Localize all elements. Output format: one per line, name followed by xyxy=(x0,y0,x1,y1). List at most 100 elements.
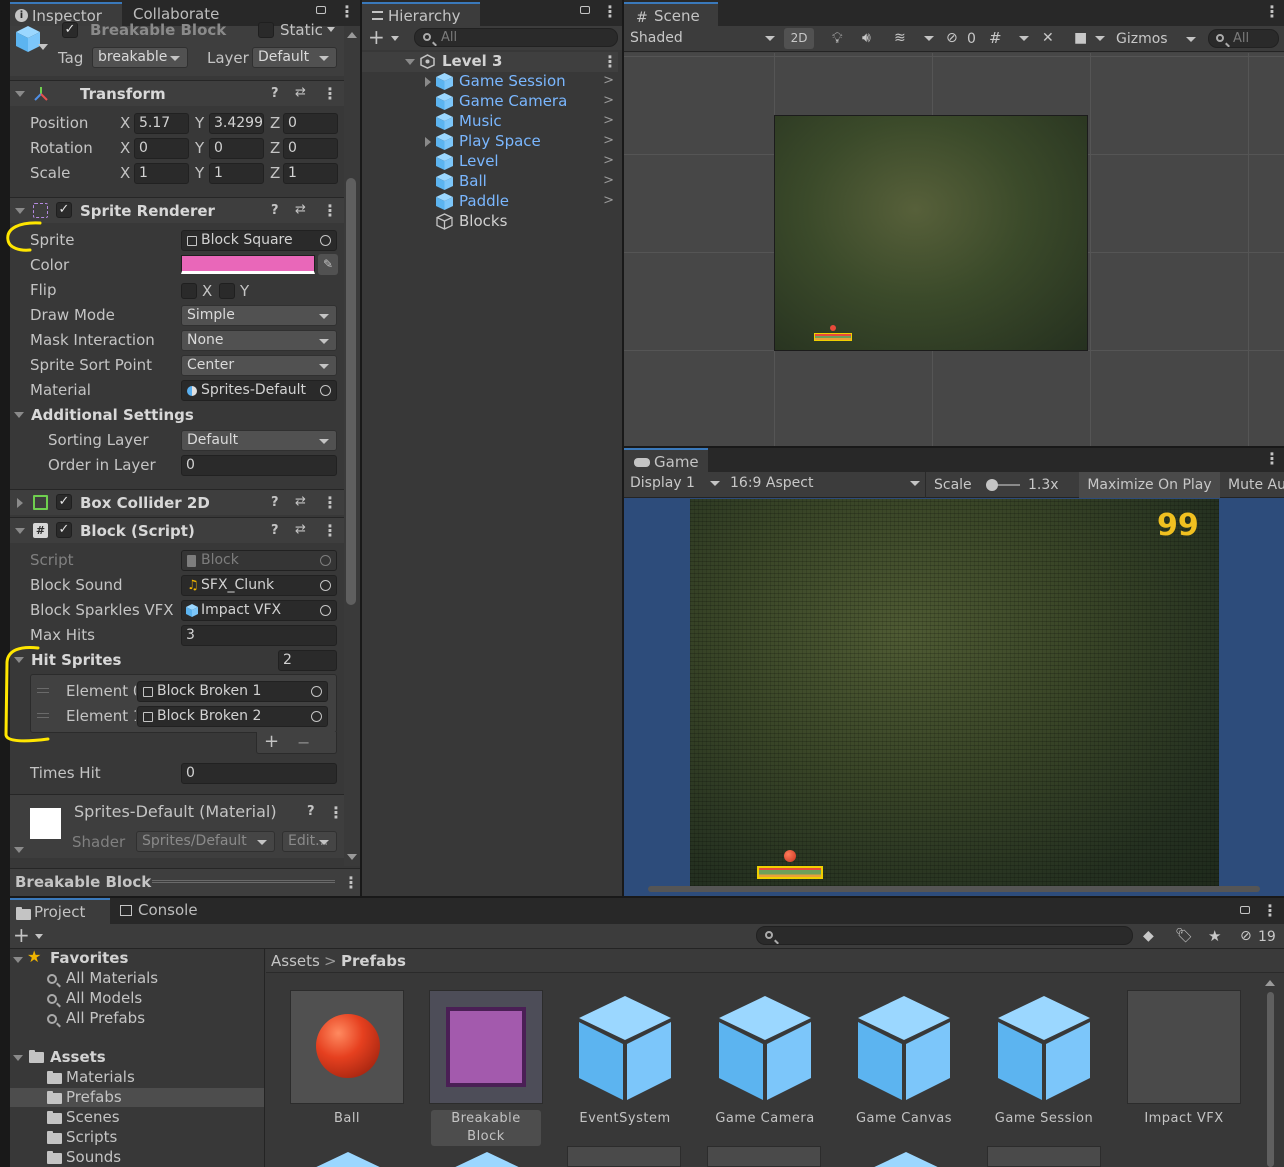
drag-handle-icon[interactable] xyxy=(37,713,49,718)
transform-expand-icon[interactable] xyxy=(15,91,25,97)
sorting-layer-dropdown[interactable]: Default xyxy=(181,430,337,451)
project-menu-icon[interactable]: ⋮ xyxy=(1262,903,1278,919)
rotation-y-label[interactable]: Y xyxy=(195,138,204,158)
sprite-renderer-expand-icon[interactable] xyxy=(15,208,25,214)
scene-paddle[interactable] xyxy=(814,333,852,341)
chevron-right-icon[interactable]: > xyxy=(603,153,614,168)
help-icon[interactable]: ? xyxy=(271,523,279,538)
favorites-label[interactable]: Favorites xyxy=(50,948,128,968)
static-dropdown-icon[interactable] xyxy=(327,27,335,32)
inspector-menu-icon[interactable]: ⋮ xyxy=(339,4,355,20)
scroll-up-icon[interactable] xyxy=(347,32,357,38)
scale-z-label[interactable]: Z xyxy=(270,163,280,183)
tools-icon[interactable]: ✕ xyxy=(1042,27,1054,49)
effects-toggle-icon[interactable]: ≋ xyxy=(894,27,906,49)
flip-x-checkbox[interactable] xyxy=(181,283,197,299)
transform-header[interactable]: Transform ? ⇄ ⋮ xyxy=(10,80,356,106)
sprite-field[interactable]: Block Square xyxy=(181,230,337,251)
assets-expand-icon[interactable] xyxy=(13,1055,23,1061)
material-expand-icon[interactable] xyxy=(14,847,24,853)
scale-slider-thumb[interactable] xyxy=(986,479,998,491)
drag-handle-icon[interactable] xyxy=(37,688,49,693)
block-sound-field[interactable]: ♫ SFX_Clunk xyxy=(181,575,337,596)
preset-icon[interactable]: ⇄ xyxy=(295,202,306,217)
remove-element-button[interactable]: − xyxy=(297,733,310,752)
additional-settings-expand-icon[interactable] xyxy=(14,412,24,418)
help-icon[interactable]: ? xyxy=(307,804,315,819)
folder-sounds[interactable]: Sounds xyxy=(66,1147,121,1167)
folder-prefabs[interactable]: Prefabs xyxy=(66,1087,122,1107)
tag-dropdown[interactable]: breakable xyxy=(92,47,188,68)
lock-icon[interactable] xyxy=(580,6,590,14)
create-icon[interactable]: + xyxy=(368,25,385,49)
help-icon[interactable]: ? xyxy=(271,203,279,218)
mute-audio-button[interactable]: Mute Au xyxy=(1222,472,1284,498)
create-icon[interactable]: + xyxy=(13,923,30,947)
chevron-right-icon[interactable]: > xyxy=(603,93,614,108)
component-menu-icon[interactable]: ⋮ xyxy=(322,495,338,511)
favorites-star-icon[interactable]: ★ xyxy=(1208,925,1221,947)
expand-icon[interactable] xyxy=(425,77,431,87)
block-script-expand-icon[interactable] xyxy=(15,528,25,534)
create-dropdown-icon[interactable] xyxy=(35,934,43,939)
scene-expand-icon[interactable] xyxy=(405,59,415,65)
max-hits-field[interactable]: 3 xyxy=(181,625,337,646)
add-element-button[interactable]: + xyxy=(264,731,279,752)
game-scrollbar[interactable] xyxy=(648,886,1260,892)
maximize-on-play-button[interactable]: Maximize On Play xyxy=(1079,472,1220,498)
color-swatch[interactable] xyxy=(181,255,315,274)
chevron-right-icon[interactable]: > xyxy=(603,133,614,148)
box-collider-expand-icon[interactable] xyxy=(17,498,23,508)
static-label[interactable]: Static xyxy=(280,20,323,40)
object-active-checkbox[interactable]: ✓ xyxy=(62,22,78,38)
breadcrumb-assets[interactable]: Assets xyxy=(271,951,320,971)
object-expand-icon[interactable] xyxy=(38,44,48,50)
box-collider-header[interactable]: ✓ Box Collider 2D ? ⇄ ⋮ xyxy=(10,489,356,515)
hidden-objects-icon[interactable]: ⊘ xyxy=(946,27,958,49)
tab-project[interactable]: Project xyxy=(10,898,110,924)
hierarchy-item-paddle[interactable]: Paddle xyxy=(459,191,509,211)
search-by-type-icon[interactable]: ◆ xyxy=(1143,925,1154,947)
hierarchy-item-game-camera[interactable]: Game Camera xyxy=(459,91,567,111)
project-scroll-thumb[interactable] xyxy=(1267,992,1274,1167)
chevron-down-icon[interactable] xyxy=(924,36,934,41)
lock-icon[interactable] xyxy=(316,6,326,14)
lock-icon[interactable] xyxy=(1240,906,1250,914)
help-icon[interactable]: ? xyxy=(271,86,279,101)
additional-settings-label[interactable]: Additional Settings xyxy=(31,405,194,425)
preset-icon[interactable]: ⇄ xyxy=(295,85,306,100)
help-icon[interactable]: ? xyxy=(271,495,279,510)
gizmos-dropdown[interactable]: Gizmos xyxy=(1116,28,1196,50)
folder-materials[interactable]: Materials xyxy=(66,1067,135,1087)
hierarchy-item-blocks[interactable]: Blocks xyxy=(459,211,507,231)
component-menu-icon[interactable]: ⋮ xyxy=(322,203,338,219)
chevron-right-icon[interactable]: > xyxy=(603,193,614,208)
scale-y-field[interactable]: 1 xyxy=(209,163,264,184)
scene-menu-icon[interactable]: ⋮ xyxy=(1264,4,1280,20)
scene-search-input[interactable]: All xyxy=(1208,29,1279,48)
scene-ball[interactable] xyxy=(830,325,836,331)
camera-icon[interactable]: ■ xyxy=(1074,27,1087,49)
hierarchy-item-level[interactable]: Level xyxy=(459,151,499,171)
sprite-renderer-header[interactable]: ✓ Sprite Renderer ? ⇄ ⋮ xyxy=(10,197,356,223)
component-menu-icon[interactable]: ⋮ xyxy=(322,523,338,539)
grid-toggle-icon[interactable]: # xyxy=(989,27,1002,49)
block-vfx-field[interactable]: Impact VFX xyxy=(181,600,337,621)
breadcrumb-prefabs[interactable]: Prefabs xyxy=(341,951,406,971)
tab-scene[interactable]: # Scene xyxy=(624,2,718,26)
box-collider-enabled-checkbox[interactable]: ✓ xyxy=(56,494,72,510)
mask-interaction-dropdown[interactable]: None xyxy=(181,330,337,351)
edit-shader-button[interactable]: Edit... xyxy=(282,831,337,852)
chevron-right-icon[interactable]: > xyxy=(603,113,614,128)
object-picker-icon[interactable] xyxy=(320,385,331,396)
rotation-z-label[interactable]: Z xyxy=(270,138,280,158)
lighting-toggle-icon[interactable]: 💡︎ xyxy=(832,27,843,49)
position-x-field[interactable]: 5.17 xyxy=(134,113,189,134)
favorite-all-prefabs[interactable]: All Prefabs xyxy=(66,1008,145,1028)
hierarchy-item-play-space[interactable]: Play Space xyxy=(459,131,541,151)
component-menu-icon[interactable]: ⋮ xyxy=(322,86,338,102)
hierarchy-menu-icon[interactable]: ⋮ xyxy=(602,4,618,20)
scale-y-label[interactable]: Y xyxy=(195,163,204,183)
object-name[interactable]: Breakable Block xyxy=(90,20,226,40)
object-picker-icon[interactable] xyxy=(311,711,322,722)
